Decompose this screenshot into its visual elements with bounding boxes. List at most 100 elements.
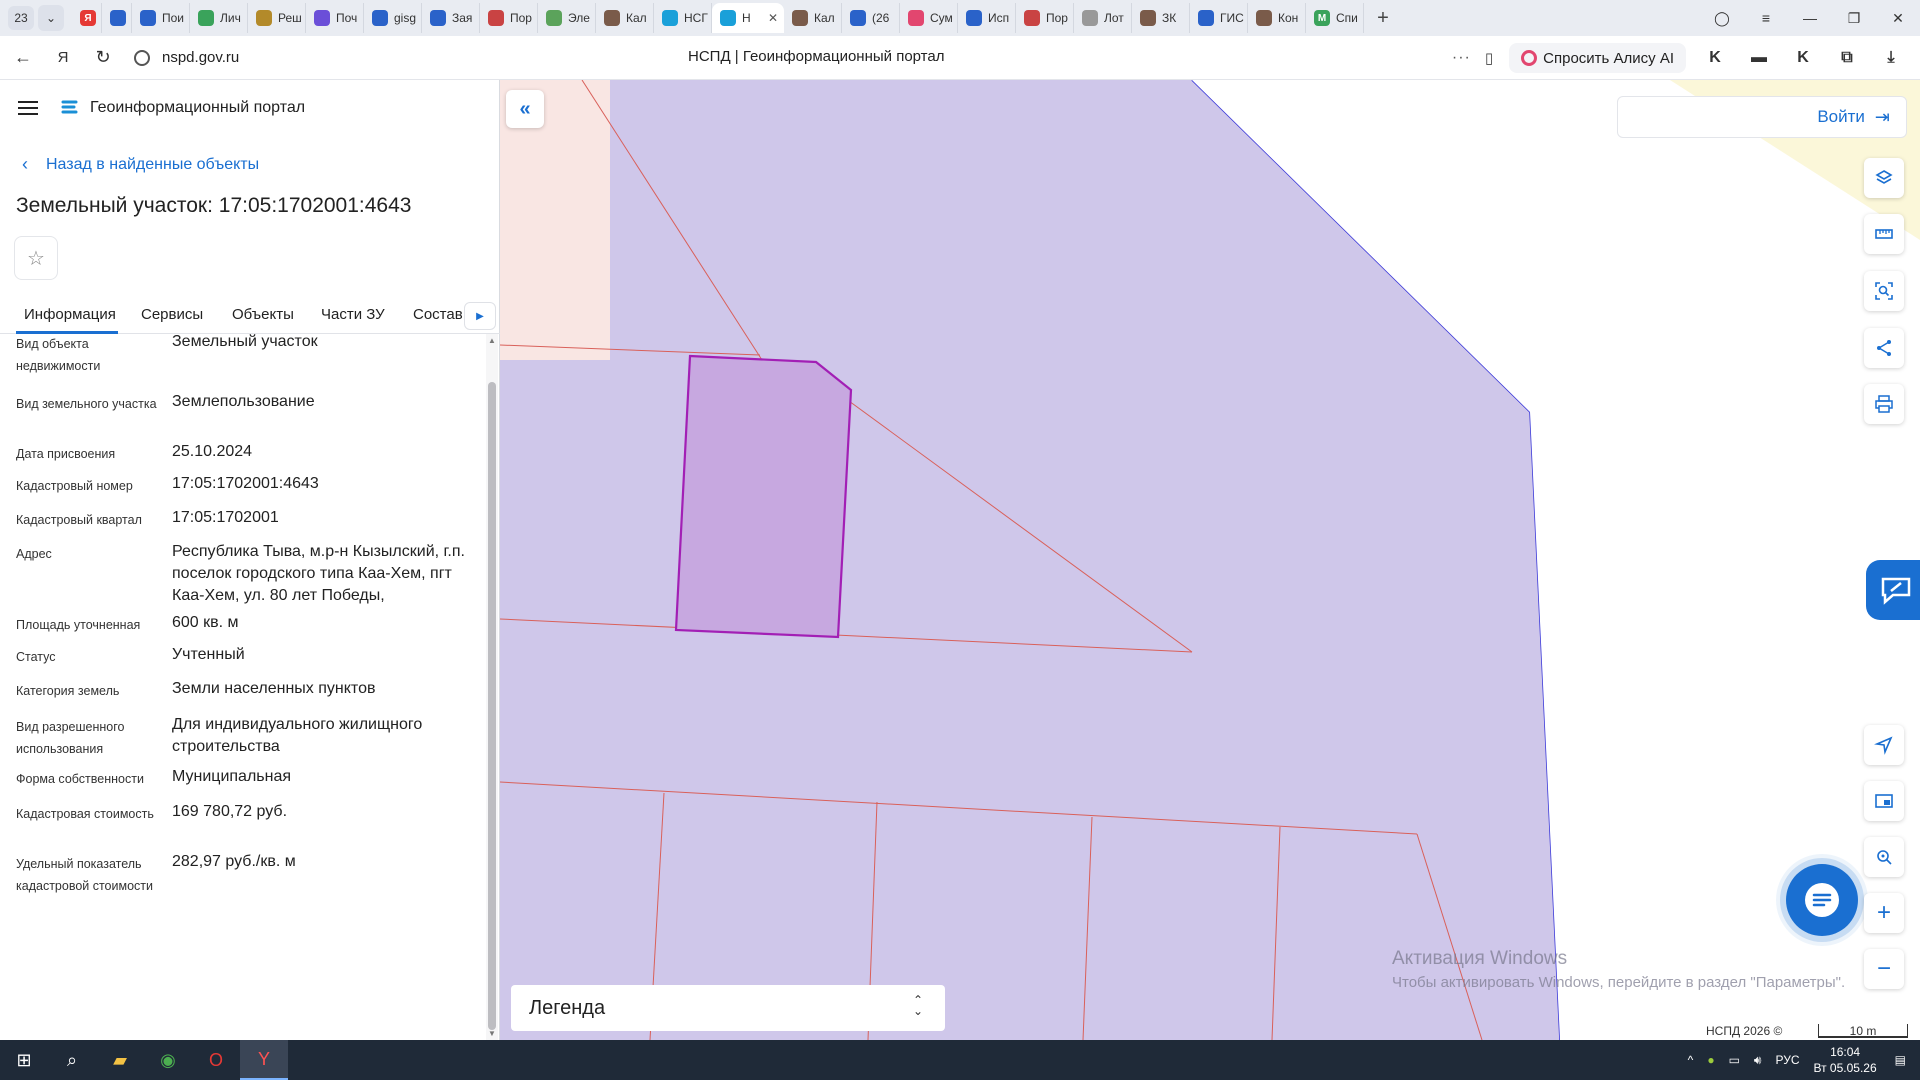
ruler-button[interactable]	[1864, 214, 1904, 254]
browser-menu-icon[interactable]: ≡	[1744, 10, 1788, 26]
tray-chevron-icon[interactable]: ^	[1688, 1053, 1694, 1067]
hamburger-menu-icon[interactable]	[18, 101, 38, 115]
downloads-icon[interactable]: ⤓	[1876, 43, 1906, 73]
field-value: 25.10.2024	[172, 443, 253, 460]
scrollbar-thumb[interactable]	[488, 382, 496, 1030]
browser-tab-active[interactable]: Н ✕	[712, 3, 784, 33]
print-button[interactable]	[1864, 384, 1904, 424]
chrome-icon[interactable]: ◉	[144, 1040, 192, 1080]
minimize-button[interactable]: —	[1788, 10, 1832, 26]
browser-tab[interactable]: Лич	[190, 3, 248, 33]
login-button[interactable]: Войти ⇥	[1617, 96, 1907, 138]
field-value: Муниципальная	[172, 768, 292, 785]
extension-hat-icon[interactable]: ▬	[1744, 43, 1774, 73]
language-indicator[interactable]: РУС	[1775, 1053, 1799, 1067]
browser-tab[interactable]: Кал	[784, 3, 842, 33]
browser-tab[interactable]: Пор	[1016, 3, 1074, 33]
clock[interactable]: 16:04 Вт 05.05.26	[1814, 1044, 1877, 1076]
notifications-icon[interactable]: ▤	[1895, 1053, 1906, 1067]
scroll-down-icon[interactable]: ▼	[488, 1029, 496, 1038]
layers-button[interactable]	[1864, 158, 1904, 198]
browser-tab-pinned[interactable]: Я	[72, 3, 102, 33]
address-bar: ← Я ↻ nspd.gov.ru НСПД | Геоинформационн…	[0, 36, 1920, 80]
browser-tab[interactable]: Зая	[422, 3, 480, 33]
panel-scrollbar[interactable]: ▲ ▼	[486, 334, 498, 1040]
extensions-puzzle-icon[interactable]: ⧉	[1832, 43, 1862, 73]
tab-favicon-icon	[1140, 10, 1156, 26]
feedback-widget-button[interactable]	[1866, 560, 1920, 620]
url-field[interactable]: nspd.gov.ru	[134, 49, 239, 66]
browser-tab[interactable]: Сум	[900, 3, 958, 33]
tab-services[interactable]: Сервисы	[141, 306, 203, 323]
back-arrow-icon[interactable]: ←	[6, 41, 40, 75]
legend-dropdown[interactable]: Легенда ⌃ ⌄	[511, 985, 945, 1031]
site-security-icon[interactable]	[134, 49, 150, 66]
tab-label: ЗК	[1162, 11, 1177, 25]
yandex-home-icon[interactable]: Я	[46, 41, 80, 75]
browser-tab[interactable]: gisg	[364, 3, 422, 33]
field-value: 600 кв. м	[172, 614, 239, 631]
bookmark-icon[interactable]: ▯	[1485, 49, 1493, 67]
tab-close-icon[interactable]: ✕	[768, 11, 778, 25]
extension-k2-icon[interactable]: K	[1788, 43, 1818, 73]
search-icon[interactable]: ⌕	[48, 1040, 96, 1080]
profile-icon[interactable]: ◯	[1700, 10, 1744, 27]
location-search-button[interactable]	[1864, 837, 1904, 877]
yandex-browser-icon[interactable]: Y	[240, 1040, 288, 1080]
geolocation-button[interactable]	[1864, 725, 1904, 765]
favorite-star-button[interactable]: ☆	[14, 236, 58, 280]
windows-start-icon[interactable]: ⊞	[0, 1040, 48, 1080]
share-button[interactable]	[1864, 328, 1904, 368]
field-value: Землепользование	[172, 393, 315, 410]
browser-tab[interactable]: Поч	[306, 3, 364, 33]
chat-assistant-button[interactable]	[1786, 864, 1858, 936]
map-canvas[interactable]	[500, 80, 1920, 1040]
ask-alice-button[interactable]: Спросить Алису AI	[1509, 43, 1686, 73]
close-window-button[interactable]: ✕	[1876, 10, 1920, 27]
reload-icon[interactable]: ↻	[86, 41, 120, 75]
tab-list-chevron-icon[interactable]: ⌄	[38, 5, 64, 31]
selected-parcel[interactable]	[674, 354, 853, 639]
browser-tab[interactable]: M Спи	[1306, 3, 1364, 33]
zoom-in-button[interactable]: +	[1864, 893, 1904, 933]
browser-tab-pinned[interactable]	[102, 3, 132, 33]
browser-tab[interactable]: Реш	[248, 3, 306, 33]
browser-tab[interactable]: Эле	[538, 3, 596, 33]
browser-tab[interactable]: ЗК	[1132, 3, 1190, 33]
browser-tab[interactable]: Кон	[1248, 3, 1306, 33]
field-label: Кадастровый номер	[16, 479, 133, 493]
scroll-up-icon[interactable]: ▲	[488, 336, 496, 345]
network-icon[interactable]: ▭	[1729, 1053, 1740, 1067]
tray-app-icon[interactable]: ●	[1707, 1053, 1714, 1067]
tab-information[interactable]: Информация	[24, 306, 116, 323]
tab-composition[interactable]: Состав	[413, 306, 463, 323]
volume-icon[interactable]: 🔊︎	[1754, 1053, 1762, 1068]
extension-k-icon[interactable]: K	[1700, 43, 1730, 73]
field-label: Дата присвоения	[16, 447, 116, 461]
field-label: Вид земельного участка	[16, 397, 157, 411]
opera-icon[interactable]: O	[192, 1040, 240, 1080]
browser-tab[interactable]: (26	[842, 3, 900, 33]
minimap-button[interactable]	[1864, 781, 1904, 821]
tab-counter[interactable]: 23	[8, 6, 34, 30]
zoom-out-button[interactable]: −	[1864, 949, 1904, 989]
browser-tab[interactable]: Исп	[958, 3, 1016, 33]
tabs-scroll-right-button[interactable]: ▶	[464, 302, 496, 330]
more-dots-icon[interactable]: ···	[1452, 49, 1471, 67]
area-search-button[interactable]	[1864, 271, 1904, 311]
tab-label: Кон	[1278, 11, 1299, 25]
browser-tab[interactable]: ГИС	[1190, 3, 1248, 33]
browser-tab[interactable]: НСГ	[654, 3, 712, 33]
back-to-results-link[interactable]: ‹ Назад в найденные объекты	[22, 154, 259, 175]
tab-objects[interactable]: Объекты	[232, 306, 294, 323]
new-tab-button[interactable]: +	[1370, 5, 1396, 31]
browser-tab[interactable]: Лот	[1074, 3, 1132, 33]
maximize-button[interactable]: ❐	[1832, 10, 1876, 27]
file-explorer-icon[interactable]: ▰	[96, 1040, 144, 1080]
browser-tab[interactable]: Пор	[480, 3, 538, 33]
browser-tab[interactable]: Пои	[132, 3, 190, 33]
browser-tab[interactable]: Кал	[596, 3, 654, 33]
tab-favicon-icon: Я	[80, 10, 96, 26]
collapse-panel-button[interactable]: «	[506, 90, 544, 128]
tab-land-parts[interactable]: Части ЗУ	[321, 306, 385, 323]
